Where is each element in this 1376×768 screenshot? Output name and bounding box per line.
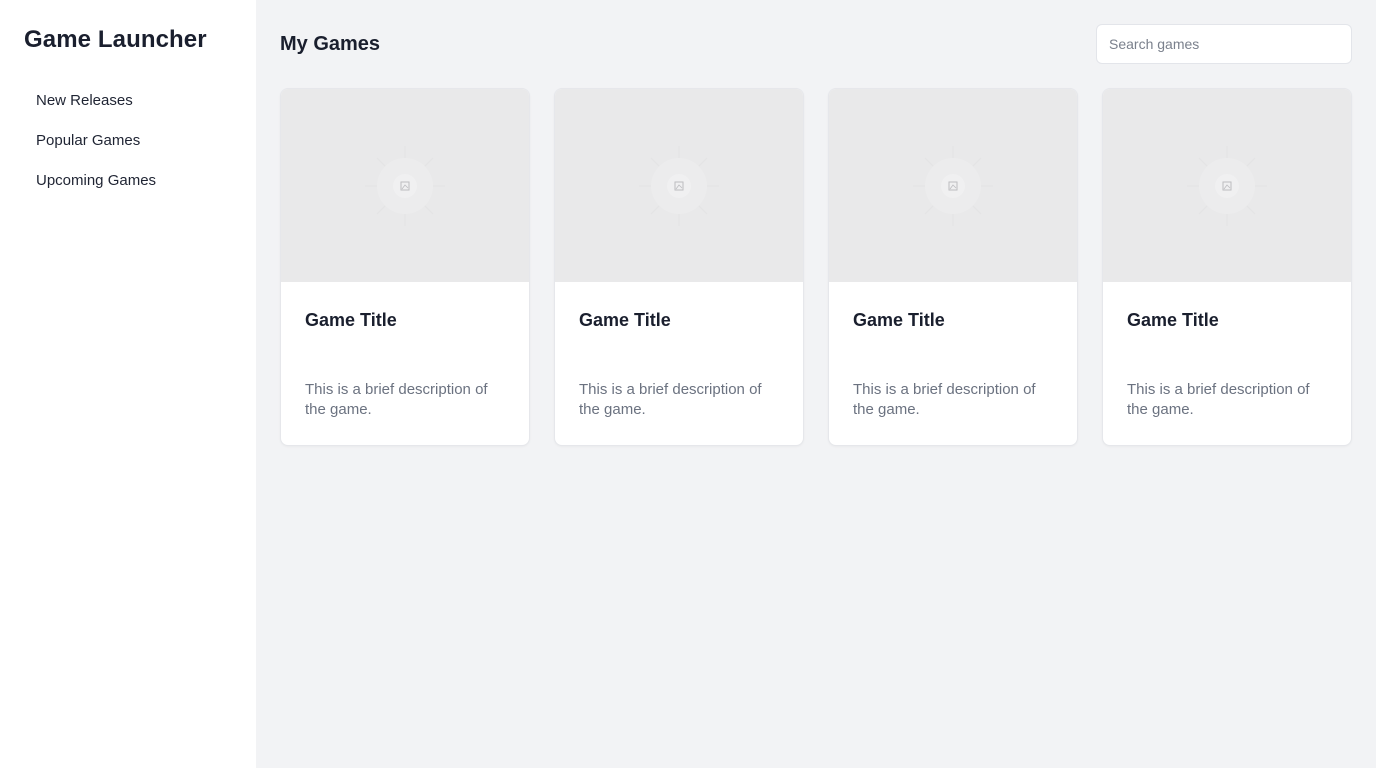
image-placeholder-icon <box>913 145 993 226</box>
main-content: My Games Search games Game Title This is… <box>256 0 1376 768</box>
game-description: This is a brief description of the game. <box>1127 381 1310 418</box>
page-header: My Games <box>280 24 1352 64</box>
game-card-body: Game Title This is a brief description o… <box>281 282 529 420</box>
game-card[interactable]: Game Title This is a brief description o… <box>280 88 530 446</box>
game-grid: Game Title This is a brief description o… <box>280 88 1352 446</box>
game-title: Game Title <box>853 310 945 330</box>
sidebar-item-new-releases[interactable]: New Releases <box>24 81 232 121</box>
sidebar-item-upcoming-games[interactable]: Upcoming Games <box>24 161 232 201</box>
game-cover-image <box>1103 89 1351 282</box>
game-description: This is a brief description of the game. <box>853 381 1036 418</box>
image-placeholder-icon <box>365 145 445 226</box>
image-placeholder-icon <box>1187 145 1267 226</box>
game-card-body: Game Title This is a brief description o… <box>1103 282 1351 420</box>
game-title: Game Title <box>1127 310 1219 330</box>
game-card[interactable]: Game Title This is a brief description o… <box>1102 88 1352 446</box>
game-cover-image <box>829 89 1077 282</box>
game-description: This is a brief description of the game. <box>579 381 762 418</box>
game-card-body: Game Title This is a brief description o… <box>829 282 1077 420</box>
game-description: This is a brief description of the game. <box>305 381 488 418</box>
game-cover-image <box>555 89 803 282</box>
page-title: My Games <box>280 32 381 55</box>
app-root: Game Launcher New Releases Popular Games… <box>0 0 1376 768</box>
game-card[interactable]: Game Title This is a brief description o… <box>554 88 804 446</box>
sidebar-nav: New Releases Popular Games Upcoming Game… <box>24 81 232 201</box>
game-card-body: Game Title This is a brief description o… <box>555 282 803 420</box>
game-title: Game Title <box>305 310 397 330</box>
game-title: Game Title <box>579 310 671 330</box>
game-card[interactable]: Game Title This is a brief description o… <box>828 88 1078 446</box>
sidebar: Game Launcher New Releases Popular Games… <box>0 0 256 768</box>
game-cover-image <box>281 89 529 282</box>
sidebar-item-popular-games[interactable]: Popular Games <box>24 121 232 161</box>
image-placeholder-icon <box>639 145 719 226</box>
search-input[interactable] <box>1096 24 1352 64</box>
app-title: Game Launcher <box>24 26 207 53</box>
